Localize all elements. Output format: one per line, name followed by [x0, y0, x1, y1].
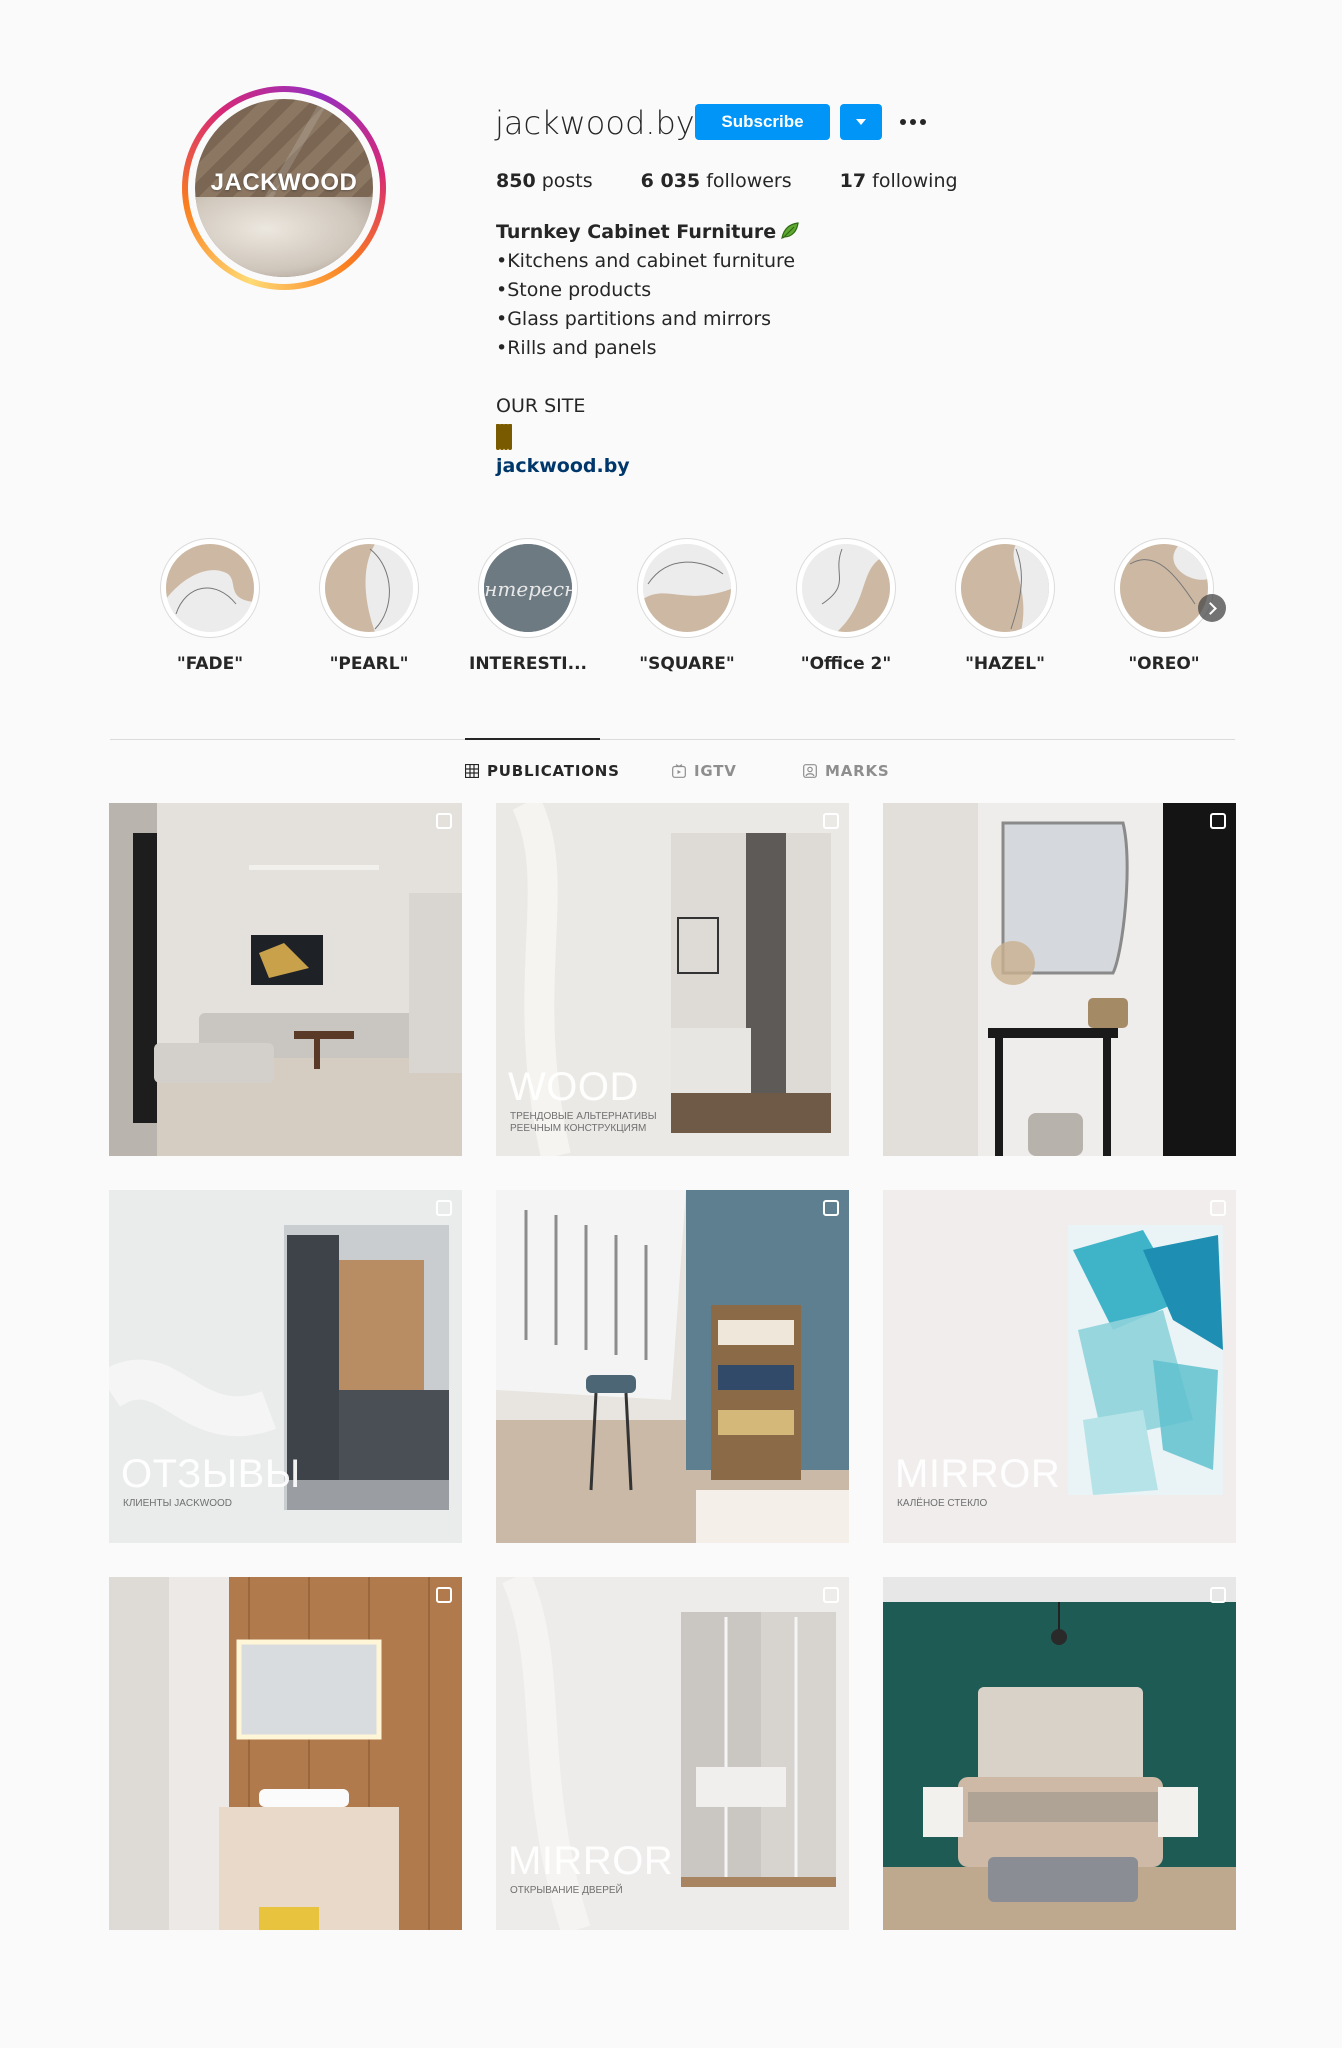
highlights-next-button[interactable] — [1198, 594, 1226, 622]
post-tile[interactable] — [109, 1577, 462, 1930]
profile-bio: Turnkey Cabinet Furniture •Kitchens and … — [496, 218, 800, 481]
post-tile[interactable] — [883, 1577, 1236, 1930]
more-options-button[interactable] — [895, 108, 931, 136]
multi-post-icon — [823, 1587, 839, 1603]
avatar[interactable]: JACKWOOD — [195, 99, 373, 277]
post-tile[interactable]: MIRROR ОТКРЫВАНИЕ ДВЕРЕЙ — [496, 1577, 849, 1930]
avatar-story-ring[interactable]: JACKWOOD — [182, 86, 386, 290]
post-tile[interactable]: WOOD ТРЕНДОВЫЕ АЛЬТЕРНАТИВЫ РЕЕЧНЫМ КОНС… — [496, 803, 849, 1156]
highlight-cover — [166, 544, 254, 632]
post-tile[interactable]: MIRROR КАЛЁНОЕ СТЕКЛО — [883, 1190, 1236, 1543]
post-tile[interactable]: ОТЗЫВЫ КЛИЕНТЫ JACKWOOD — [109, 1190, 462, 1543]
highlight-cover: Интересно — [484, 544, 572, 632]
multi-post-icon — [823, 813, 839, 829]
highlight-cover — [802, 544, 890, 632]
post-image — [109, 1577, 462, 1930]
post-image — [883, 1577, 1236, 1930]
highlight-cover — [1120, 544, 1208, 632]
post-overlay-title: MIRROR — [895, 1452, 1061, 1496]
bio-title: Turnkey Cabinet Furniture — [496, 221, 777, 243]
post-overlay-title: WOOD — [508, 1065, 639, 1109]
post-overlay-subtitle: ОТКРЫВАНИЕ ДВЕРЕЙ — [510, 1885, 623, 1896]
highlight-item[interactable]: "HAZEL" — [955, 538, 1055, 674]
highlight-cover — [325, 544, 413, 632]
highlight-label: "SQUARE" — [639, 654, 735, 674]
multi-post-icon — [436, 1200, 452, 1216]
highlight-cover — [961, 544, 1049, 632]
multi-post-icon — [436, 1587, 452, 1603]
profile-stats: 850 posts 6 035 followers 17 following — [496, 170, 958, 192]
bio-line: •Stone products — [496, 279, 652, 301]
highlight-item[interactable]: Интересно INTERESTI... — [469, 538, 587, 674]
bio-line: •Kitchens and cabinet furniture — [496, 250, 796, 272]
avatar-brand-text: JACKWOOD — [210, 169, 358, 196]
active-tab-indicator — [465, 738, 600, 740]
highlight-item[interactable]: "Office 2" — [796, 538, 896, 674]
bio-site-label: OUR SITE — [496, 395, 586, 417]
highlight-label: "PEARL" — [329, 654, 409, 674]
highlight-item[interactable]: "SQUARE" — [637, 538, 737, 674]
more-dots-icon — [900, 119, 906, 125]
post-overlay-subtitle: ТРЕНДОВЫЕ АЛЬТЕРНАТИВЫ РЕЕЧНЫМ КОНСТРУКЦ… — [510, 1111, 657, 1134]
grid-icon — [465, 764, 479, 778]
posts-count: 850 posts — [496, 170, 593, 192]
posts-grid: WOOD ТРЕНДОВЫЕ АЛЬТЕРНАТИВЫ РЕЕЧНЫМ КОНС… — [109, 803, 1236, 1930]
post-tile[interactable] — [109, 803, 462, 1156]
post-image — [883, 803, 1236, 1156]
highlight-item[interactable]: "PEARL" — [319, 538, 419, 674]
tab-igtv[interactable]: IGTV — [672, 762, 737, 780]
post-tile[interactable] — [496, 1190, 849, 1543]
followers-count[interactable]: 6 035 followers — [641, 170, 792, 192]
highlight-label: "HAZEL" — [965, 654, 1045, 674]
svg-text:Интересно: Интересно — [484, 577, 572, 601]
tab-publications[interactable]: PUBLICATIONS — [465, 762, 620, 780]
bio-line: •Rills and panels — [496, 337, 657, 359]
pointing-down-emoji-icons — [496, 423, 800, 452]
multi-post-icon — [436, 813, 452, 829]
chevron-down-icon — [856, 119, 866, 125]
highlight-label: "OREO" — [1128, 654, 1200, 674]
suggestions-dropdown-button[interactable] — [840, 104, 882, 140]
highlight-item[interactable]: "FADE" — [160, 538, 260, 674]
chevron-right-icon — [1204, 601, 1217, 615]
post-overlay-subtitle: КАЛЁНОЕ СТЕКЛО — [897, 1498, 988, 1509]
post-overlay-title: ОТЗЫВЫ — [121, 1452, 301, 1496]
profile-username: jackwood.by — [495, 104, 695, 142]
subscribe-button[interactable]: Subscribe — [695, 104, 830, 140]
leaf-icon — [781, 222, 799, 240]
tabs-divider — [110, 739, 1235, 740]
post-tile[interactable] — [883, 803, 1236, 1156]
multi-post-icon — [1210, 1200, 1226, 1216]
tagged-icon — [803, 764, 817, 778]
post-overlay-subtitle: КЛИЕНТЫ JACKWOOD — [123, 1498, 232, 1509]
post-image — [109, 803, 462, 1156]
bio-line: •Glass partitions and mirrors — [496, 308, 772, 330]
multi-post-icon — [1210, 813, 1226, 829]
tab-marks[interactable]: MARKS — [803, 762, 890, 780]
multi-post-icon — [823, 1200, 839, 1216]
post-image — [496, 1190, 849, 1543]
bio-website-link[interactable]: jackwood.by — [496, 452, 800, 481]
following-count[interactable]: 17 following — [840, 170, 958, 192]
igtv-icon — [672, 764, 686, 778]
highlight-label: "Office 2" — [800, 654, 892, 674]
highlight-cover — [643, 544, 731, 632]
story-highlights: "FADE" "PEARL" Интересно INTERESTI... "S… — [160, 538, 1214, 674]
highlight-label: "FADE" — [176, 654, 244, 674]
highlight-label: INTERESTI... — [469, 654, 588, 674]
post-overlay-title: MIRROR — [508, 1839, 674, 1883]
multi-post-icon — [1210, 1587, 1226, 1603]
